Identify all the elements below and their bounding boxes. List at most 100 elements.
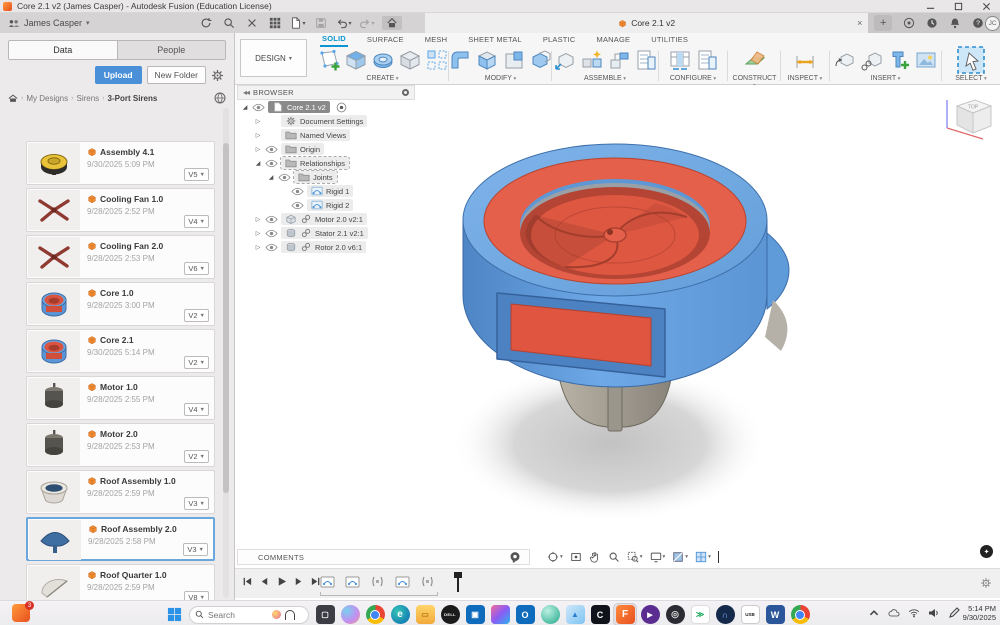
browser-node[interactable]: Rigid 2: [237, 198, 415, 212]
joint-tool-icon[interactable]: [580, 48, 604, 72]
fillet-tool-icon[interactable]: [448, 48, 472, 72]
taskbar-app-copilot-icon[interactable]: [338, 603, 362, 625]
derive-tool-icon[interactable]: [833, 48, 857, 72]
combine-tool-icon[interactable]: [529, 48, 553, 72]
version-dropdown[interactable]: V2▼: [184, 309, 209, 322]
zoom-window-icon[interactable]: [627, 551, 643, 563]
data-panel-tab-people[interactable]: People: [118, 41, 226, 59]
display-mode-icon[interactable]: [402, 89, 409, 96]
ribbon-group-label[interactable]: CREATE: [320, 75, 445, 82]
taskbar-app-taskview-icon[interactable]: ▢: [313, 603, 337, 625]
fusion-notification-icon[interactable]: 3: [12, 604, 30, 622]
visibility-eye-icon[interactable]: [265, 159, 278, 168]
version-dropdown[interactable]: V3▼: [183, 543, 208, 556]
home-icon[interactable]: [382, 16, 402, 30]
ribbon-tab-sheet-metal[interactable]: SHEET METAL: [466, 34, 524, 46]
effects-icon[interactable]: [672, 551, 688, 563]
viewport-canvas[interactable]: ◂◂ BROWSER ◢Core 2.1 v2▷Document Setting…: [235, 85, 1000, 568]
breadcrumb-item[interactable]: 3-Port Sirens: [108, 94, 158, 103]
chevron-up-icon[interactable]: [868, 607, 880, 621]
file-card[interactable]: Motor 2.09/28/2025 2:53 PMV2▼: [26, 423, 215, 467]
timeline-position-marker[interactable]: [457, 572, 459, 592]
comment-bubble-icon[interactable]: [509, 551, 521, 563]
maximize-button[interactable]: [944, 0, 972, 13]
version-dropdown[interactable]: V8▼: [184, 591, 209, 600]
comments-bar[interactable]: COMMENTS: [237, 549, 530, 565]
taskbar-app-chrome-icon[interactable]: [363, 603, 387, 625]
file-card[interactable]: Roof Assembly 2.09/28/2025 2:58 PMV3▼: [26, 517, 215, 561]
revolve-tool-icon[interactable]: [371, 48, 395, 72]
version-dropdown[interactable]: V3▼: [184, 497, 209, 510]
visibility-eye-icon[interactable]: [265, 131, 278, 140]
browser-node[interactable]: ▷Named Views: [237, 128, 415, 142]
visibility-eye-icon[interactable]: [265, 215, 278, 224]
browser-node[interactable]: ▷Origin: [237, 142, 415, 156]
taskbar-app-outlook-icon[interactable]: O: [513, 603, 537, 625]
taskbar-app-sphere-icon[interactable]: [538, 603, 562, 625]
notifications-icon[interactable]: [948, 16, 962, 30]
taskbar-search[interactable]: [189, 606, 309, 624]
visibility-eye-icon[interactable]: [265, 117, 278, 126]
hole-tool-icon[interactable]: [398, 48, 422, 72]
version-dropdown[interactable]: V2▼: [184, 450, 209, 463]
grid-view-icon[interactable]: [267, 16, 283, 30]
taskbar-app-obs-icon[interactable]: ◎: [663, 603, 687, 625]
ribbon-group-label[interactable]: ASSEMBLE: [555, 75, 655, 82]
file-card[interactable]: Assembly 4.19/30/2025 5:09 PMV5▼: [26, 141, 215, 185]
user-menu[interactable]: James Casper ▾: [0, 13, 98, 33]
select-tool-icon[interactable]: [956, 45, 986, 75]
timeline-skip-start-button[interactable]: [242, 576, 253, 589]
browser-node[interactable]: Rigid 1: [237, 184, 415, 198]
layout-grid-icon[interactable]: [695, 551, 711, 563]
collapse-panel-icon[interactable]: ◂◂: [243, 88, 249, 97]
version-dropdown[interactable]: V4▼: [184, 215, 209, 228]
config-table-tool-icon[interactable]: [668, 48, 692, 72]
timeline-feature-joint-icon[interactable]: [395, 574, 410, 589]
taskbar-app-word-icon[interactable]: W: [763, 603, 787, 625]
taskbar-app-green-icon[interactable]: ≫: [688, 603, 712, 625]
visibility-eye-icon[interactable]: [291, 201, 304, 210]
ribbon-group-label[interactable]: INSPECT: [784, 75, 826, 82]
tolerance-tool-icon[interactable]: [607, 48, 631, 72]
extrude-tool-icon[interactable]: [344, 48, 368, 72]
look-at-icon[interactable]: [570, 551, 582, 563]
tab-close-icon[interactable]: ×: [857, 18, 862, 28]
browser-node[interactable]: ▷Document Settings: [237, 114, 415, 128]
view-cube[interactable]: TOP: [935, 88, 995, 148]
wifi-icon[interactable]: [908, 607, 920, 621]
version-dropdown[interactable]: V2▼: [184, 356, 209, 369]
document-tab[interactable]: Core 2.1 v2 ×: [425, 13, 868, 33]
expand-arrow-icon[interactable]: ▷: [254, 230, 262, 237]
breadcrumb-item[interactable]: Sirens: [76, 94, 99, 103]
workspace-selector[interactable]: DESIGN▾: [240, 39, 307, 77]
expand-arrow-icon[interactable]: ▷: [254, 118, 262, 125]
taskbar-app-store-icon[interactable]: ▣: [463, 603, 487, 625]
home-icon[interactable]: [8, 94, 18, 103]
help-icon[interactable]: ?: [971, 16, 985, 30]
activate-radio-icon[interactable]: [336, 102, 347, 113]
plane-tool-icon[interactable]: [743, 48, 767, 72]
assistant-bubble-icon[interactable]: ✦: [980, 545, 993, 558]
file-card[interactable]: Core 1.09/28/2025 3:00 PMV2▼: [26, 282, 215, 326]
pattern-tool-icon[interactable]: [425, 48, 449, 72]
timeline-feature-motion-icon[interactable]: [370, 574, 385, 589]
taskbar-clock[interactable]: 5:14 PM 9/30/2025: [963, 604, 996, 622]
upload-button[interactable]: Upload: [95, 66, 142, 84]
taskbar-app-paint-icon[interactable]: [488, 603, 512, 625]
component-tool-icon[interactable]: [553, 48, 577, 72]
taskbar-app-dell-icon[interactable]: DELL: [438, 603, 462, 625]
file-card[interactable]: Cooling Fan 1.09/28/2025 2:52 PMV4▼: [26, 188, 215, 232]
expand-arrow-icon[interactable]: ▷: [254, 216, 262, 223]
close-button[interactable]: [972, 0, 1000, 13]
data-panel-tab-data[interactable]: Data: [9, 41, 118, 59]
new-tab-button[interactable]: +: [874, 15, 892, 31]
browser-node[interactable]: ▷Rotor 2.0 v6:1: [237, 240, 415, 254]
ribbon-tab-solid[interactable]: SOLID: [320, 33, 348, 47]
browser-node[interactable]: ◢Core 2.1 v2: [237, 100, 415, 114]
avatar[interactable]: JC: [985, 16, 1000, 31]
file-card[interactable]: Roof Assembly 1.09/28/2025 2:59 PMV3▼: [26, 470, 215, 514]
pan-icon[interactable]: [589, 551, 601, 563]
display-settings-icon[interactable]: [650, 551, 666, 563]
sync-icon[interactable]: [198, 16, 214, 30]
measure-tool-icon[interactable]: [793, 48, 817, 72]
